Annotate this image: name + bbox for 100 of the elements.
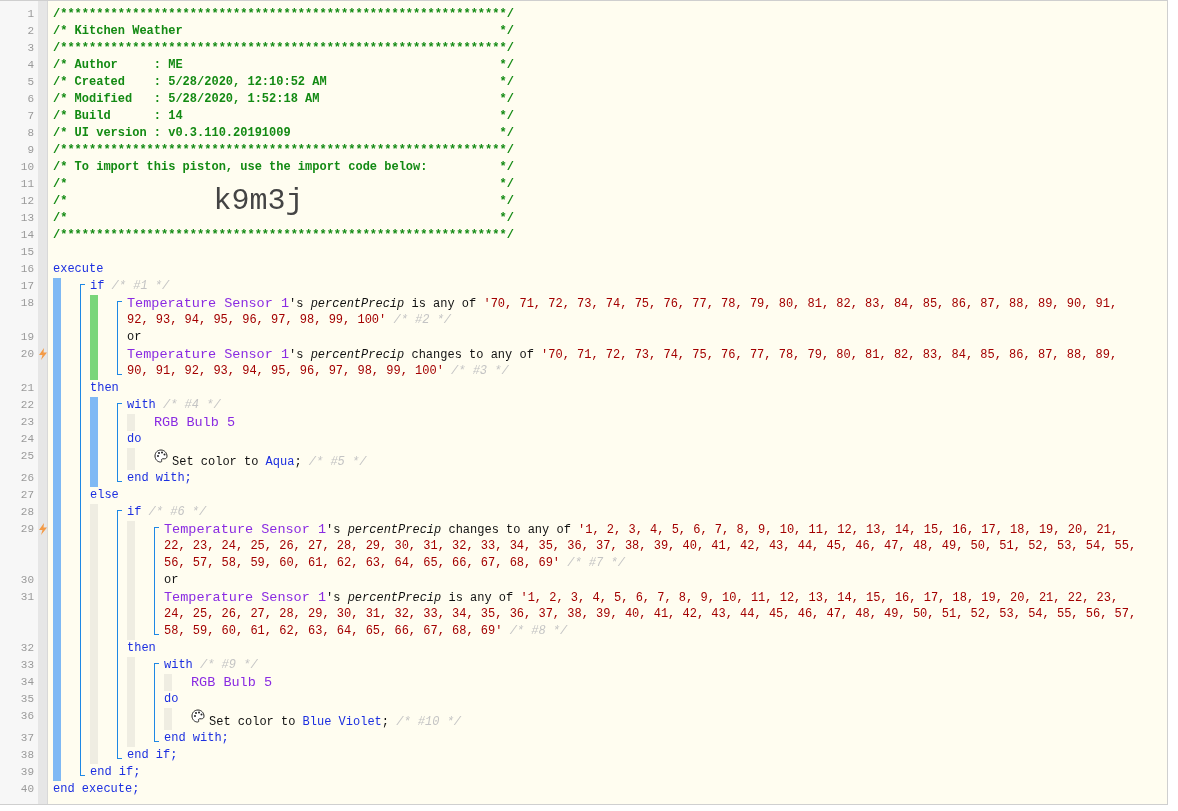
line-number: 21 <box>19 381 34 396</box>
line-number: 3 <box>26 41 34 56</box>
comment-text: /* Modified : 5/28/2020, 1:52:18 AM <box>53 91 320 108</box>
comment-text: */ <box>499 57 514 74</box>
keyword: with <box>127 397 156 414</box>
value-list: 92, 93, 94, 95, 96, 97, 98, 99, 100' <box>127 312 387 329</box>
comment-text: */ <box>499 159 514 176</box>
keyword: end with; <box>127 470 192 487</box>
line-number: 20 <box>19 347 34 362</box>
line-number: 34 <box>19 675 34 690</box>
keyword: if <box>90 278 105 295</box>
statement-comment: /* #6 */ <box>148 504 207 521</box>
keyword: do <box>164 691 179 708</box>
keyword: else <box>90 487 119 504</box>
comment-text: */ <box>499 125 514 142</box>
value-list: 22, 23, 24, 25, 26, 27, 28, 29, 30, 31, 32, 33, 34, 35, 36, 37, 38, 39, 40, 41, 42, 43, 44, 45, 46, 47, 48, 49, 50, 51, 52, 53, 54, 55, <box>164 538 1137 555</box>
line-number: 40 <box>19 782 34 797</box>
comment-text: */ <box>499 74 514 91</box>
code-text: 's <box>326 590 341 607</box>
device-name: Temperature Sensor 1 <box>127 346 290 363</box>
value-list: '70, 71, 72, 73, 74, 75, 76, 77, 78, 79, 80, 81, 82, 83, 84, 85, 86, 87, 88, 89, 90, 91, <box>483 296 1118 313</box>
line-number: 24 <box>19 432 34 447</box>
comment-text: /* <box>53 210 68 227</box>
comment-text: /* Author : ME <box>53 57 183 74</box>
keyword: if <box>127 504 142 521</box>
comment-text: /**************************************************************/ <box>53 142 514 159</box>
line-number: 37 <box>19 731 34 746</box>
line-number: 14 <box>19 228 34 243</box>
comment-text: /* Kitchen Weather <box>53 23 183 40</box>
value-list: '1, 2, 3, 4, 5, 6, 7, 8, 9, 10, 11, 12, 13, 14, 15, 16, 17, 18, 19, 20, 21, 22, 23, <box>520 590 1119 607</box>
line-number: 5 <box>26 75 34 90</box>
statement-comment: /* #9 */ <box>200 657 258 674</box>
device-name: RGB Bulb 5 <box>154 414 235 431</box>
device-name: Temperature Sensor 1 <box>127 295 290 312</box>
value-list: '70, 71, 72, 73, 74, 75, 76, 77, 78, 79, 80, 81, 82, 83, 84, 85, 86, 87, 88, 89, <box>541 347 1118 364</box>
line-number: 28 <box>19 505 34 520</box>
line-number: 22 <box>19 398 34 413</box>
value-list: 24, 25, 26, 27, 28, 29, 30, 31, 32, 33, 34, 35, 36, 37, 38, 39, 40, 41, 42, 43, 44, 45, 46, 47, 48, 49, 50, 51, 52, 53, 54, 55, 56, 57, <box>164 606 1137 623</box>
line-number: 4 <box>26 58 34 73</box>
device-name: Temperature Sensor 1 <box>164 521 327 538</box>
line-number: 29 <box>19 522 34 537</box>
line-number: 6 <box>26 92 34 107</box>
line-number: 39 <box>19 765 34 780</box>
code-text: or <box>127 329 142 346</box>
keyword: do <box>127 431 142 448</box>
comment-text: */ <box>499 193 514 210</box>
import-code: k9m3j <box>213 186 304 217</box>
statement-comment: /* #2 */ <box>393 312 452 329</box>
constant-value: Aqua <box>265 455 295 470</box>
line-number: 16 <box>19 262 34 277</box>
attribute-name: percentPrecip <box>347 590 442 607</box>
comment-text: /* Created : 5/28/2020, 12:10:52 AM <box>53 74 327 91</box>
value-list: 58, 59, 60, 61, 62, 63, 64, 65, 66, 67, 68, 69' <box>164 623 503 640</box>
code-text: 's <box>289 296 304 313</box>
line-number: 2 <box>26 24 34 39</box>
device-name: RGB Bulb 5 <box>191 674 272 691</box>
code-text: ; <box>381 715 390 730</box>
keyword: end if; <box>90 764 141 781</box>
line-number: 38 <box>19 748 34 763</box>
comment-text: /* <box>53 193 68 210</box>
line-number: 31 <box>19 590 34 605</box>
value-list: '1, 2, 3, 4, 5, 6, 7, 8, 9, 10, 11, 12, 13, 14, 15, 16, 17, 18, 19, 20, 21, <box>578 522 1119 539</box>
line-number: 15 <box>19 245 34 260</box>
value-list: 56, 57, 58, 59, 60, 61, 62, 63, 64, 65, 66, 67, 68, 69' <box>164 555 561 572</box>
statement-comment: /* #4 */ <box>163 397 221 414</box>
code-text: is any of <box>448 590 514 607</box>
code-text: ; <box>294 455 302 470</box>
comment-text: */ <box>499 23 514 40</box>
line-number: 27 <box>19 488 34 503</box>
line-number: 30 <box>19 573 34 588</box>
code-text: Set color to <box>172 455 259 470</box>
attribute-name: percentPrecip <box>310 296 405 313</box>
value-list: 90, 91, 92, 93, 94, 95, 96, 97, 98, 99, 100' <box>127 363 444 380</box>
attribute-name: percentPrecip <box>347 522 442 539</box>
line-number: 9 <box>26 143 34 158</box>
line-number: 19 <box>19 330 34 345</box>
keyword: end if; <box>127 747 178 764</box>
line-number: 8 <box>26 126 34 141</box>
comment-text: */ <box>499 210 514 227</box>
line-number: 17 <box>19 279 34 294</box>
code-text: changes to any of <box>448 522 571 539</box>
statement-comment: /* #8 */ <box>509 623 568 640</box>
line-number: 33 <box>19 658 34 673</box>
code-text: Set color to <box>209 715 296 730</box>
line-number: 23 <box>19 415 34 430</box>
line-number: 12 <box>19 194 34 209</box>
statement-comment: /* #10 */ <box>396 715 462 730</box>
palette-icon <box>191 709 205 723</box>
line-number: 25 <box>19 449 34 464</box>
keyword: execute <box>53 261 104 278</box>
line-number: 13 <box>19 211 34 226</box>
comment-text: /**************************************************************/ <box>53 40 514 57</box>
comment-text: */ <box>499 108 514 125</box>
statement-comment: /* #5 */ <box>308 455 367 470</box>
comment-text: */ <box>499 176 514 193</box>
comment-text: /* UI version : v0.3.110.20191009 <box>53 125 291 142</box>
line-number: 11 <box>19 177 34 192</box>
keyword: then <box>90 380 119 397</box>
device-name: Temperature Sensor 1 <box>164 589 327 606</box>
line-number: 7 <box>26 109 34 124</box>
